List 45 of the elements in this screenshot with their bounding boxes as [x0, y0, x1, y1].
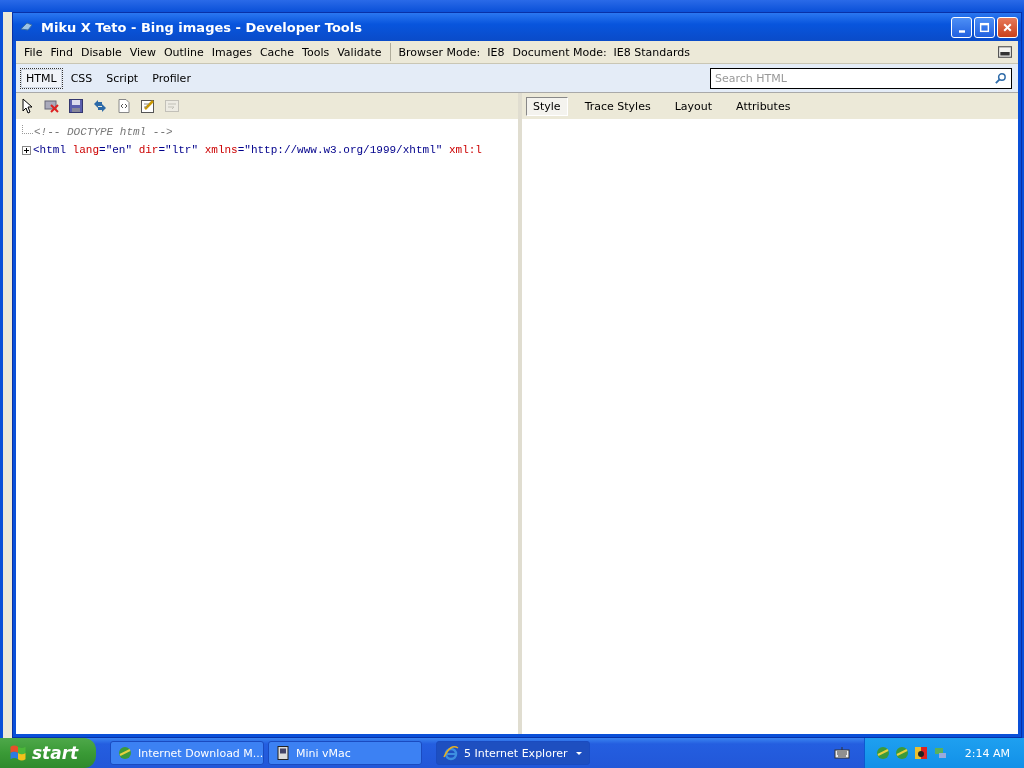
menu-item[interactable]: Validate	[333, 45, 386, 59]
caret-icon	[575, 750, 583, 756]
tab[interactable]: Style	[526, 96, 568, 116]
computer-icon	[275, 745, 291, 761]
tab[interactable]: Trace Styles	[577, 96, 658, 116]
tab[interactable]: Layout	[667, 96, 720, 116]
menu-item[interactable]: Images	[207, 45, 256, 59]
close-button[interactable]	[997, 16, 1018, 38]
windows-logo-icon	[8, 743, 28, 763]
menu-item[interactable]: Cache	[255, 45, 299, 59]
search-field[interactable]: Search HTML	[710, 67, 1012, 89]
save-icon[interactable]	[68, 97, 86, 115]
taskbar-button[interactable]: Mini vMac	[268, 741, 422, 765]
clear-icon[interactable]	[44, 97, 62, 115]
window-title: Miku X Teto - Bing images - Developer Tools	[41, 19, 363, 35]
security-icon[interactable]	[912, 745, 929, 761]
download-manager-icon	[117, 745, 133, 761]
menu-item[interactable]: Disable	[76, 45, 126, 59]
tab[interactable]: Profiler	[146, 67, 197, 89]
tab[interactable]: Script	[100, 67, 145, 89]
maximize-icon	[979, 21, 990, 33]
minimize-button[interactable]	[951, 16, 972, 38]
minimize-icon	[958, 29, 965, 33]
menu-item[interactable]: Find	[46, 45, 77, 59]
browser-icon	[443, 745, 459, 761]
mode-menu[interactable]: Browser Mode: IE8	[394, 45, 509, 59]
close-icon	[1002, 21, 1013, 33]
html-tag-line[interactable]: <html lang="en" dir="ltr" xmlns="http://www.w3.org/1999/xhtml" xml:l	[33, 144, 482, 156]
mode-menu[interactable]: Document Mode: IE8 Standards	[508, 45, 695, 59]
keyboard-icon[interactable]	[833, 747, 850, 759]
minimize-pane-button[interactable]	[998, 45, 1014, 59]
taskbar-button[interactable]: 5 Internet Explorer	[436, 741, 590, 765]
tab[interactable]: Attributes	[729, 96, 798, 116]
tab[interactable]: CSS	[64, 67, 99, 89]
menu-item[interactable]: Outline	[159, 45, 208, 59]
taskbar-button[interactable]: Internet Download M...	[110, 741, 264, 765]
menu-item[interactable]: File	[20, 45, 47, 59]
menu-item[interactable]: Tools	[298, 45, 334, 59]
start-button[interactable]: start	[0, 738, 96, 768]
expand-icon[interactable]	[22, 145, 31, 155]
maximize-button[interactable]	[974, 16, 995, 38]
tab[interactable]: HTML	[20, 67, 63, 89]
menu-item[interactable]: View	[125, 45, 160, 59]
comment-line: <!-- DOCTYPE html -->	[34, 126, 173, 138]
clock: 2:14 AM	[964, 746, 1010, 760]
